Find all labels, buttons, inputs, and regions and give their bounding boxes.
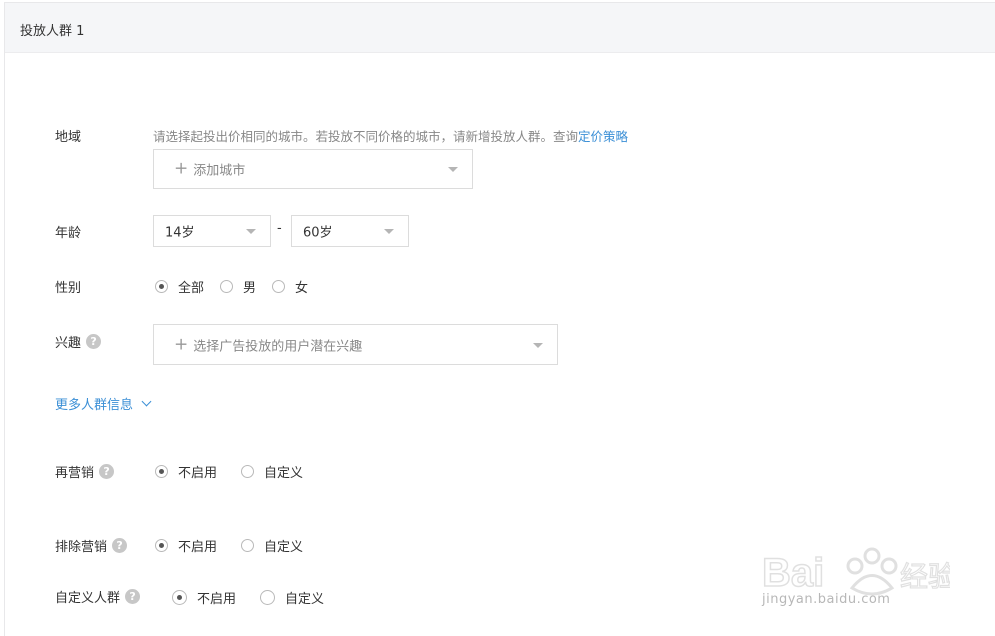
svg-text:经验: 经验 (900, 560, 950, 593)
radio-unchecked-icon (241, 539, 255, 552)
gender-label: 性别 (55, 281, 82, 296)
custom-radio-custom[interactable]: 自定义 (260, 588, 324, 607)
exclude-radio-group: 不启用 自定义 (155, 536, 319, 555)
exclude-radio-custom[interactable]: 自定义 (241, 536, 303, 555)
help-icon[interactable]: ? (112, 538, 128, 553)
caret-down-icon (533, 342, 543, 348)
gender-radio-all[interactable]: 全部 (155, 277, 204, 296)
custom-radio-disable[interactable]: 不启用 (172, 588, 236, 607)
gender-radio-male[interactable]: 男 (220, 277, 256, 296)
caret-down-icon (246, 229, 256, 234)
svg-text:Bai: Bai (762, 551, 824, 595)
exclude-marketing-label: 排除营销? (55, 536, 128, 555)
plus-icon: + (174, 158, 189, 179)
age-to-value: 60岁 (303, 225, 333, 241)
pricing-strategy-link[interactable]: 定价策略 (578, 129, 628, 144)
radio-checked-icon (155, 465, 168, 478)
chevron-down-icon (141, 396, 152, 407)
age-from-select[interactable]: 14岁 (153, 215, 271, 247)
panel-title: 投放人群 1 (20, 24, 85, 39)
help-icon[interactable]: ? (99, 464, 115, 479)
remarketing-radio-disable[interactable]: 不启用 (155, 462, 217, 481)
radio-unchecked-icon (272, 280, 286, 293)
help-icon[interactable]: ? (125, 589, 141, 604)
radio-unchecked-icon (241, 465, 255, 478)
remarketing-radio-group: 不启用 自定义 (155, 462, 319, 481)
custom-radio-group: 不启用 自定义 (172, 588, 340, 607)
panel-header: 投放人群 1 (5, 3, 995, 53)
age-label: 年龄 (55, 226, 82, 241)
interest-label: 兴趣? (55, 332, 102, 351)
radio-checked-icon (155, 280, 168, 293)
age-from-value: 14岁 (165, 225, 195, 241)
city-select-placeholder: 添加城市 (193, 163, 246, 179)
radio-unchecked-icon (220, 280, 234, 293)
more-audience-info-toggle[interactable]: 更多人群信息 (55, 394, 152, 413)
remarketing-label: 再营销? (55, 462, 115, 481)
plus-icon: + (174, 334, 189, 354)
caret-down-icon (384, 229, 394, 234)
radio-checked-icon (172, 590, 187, 605)
region-label: 地域 (55, 130, 82, 145)
watermark-url: jingyan.baidu.com (762, 592, 891, 607)
age-to-select[interactable]: 60岁 (291, 215, 409, 247)
gender-radio-group: 全部 男 女 (155, 277, 324, 296)
exclude-radio-disable[interactable]: 不启用 (155, 536, 217, 555)
interest-select-placeholder: 选择广告投放的用户潜在兴趣 (193, 339, 363, 354)
remarketing-radio-custom[interactable]: 自定义 (241, 462, 303, 481)
custom-audience-label: 自定义人群? (55, 587, 141, 606)
caret-down-icon (448, 167, 458, 172)
radio-unchecked-icon (260, 590, 276, 605)
interest-select[interactable]: + 选择广告投放的用户潜在兴趣 (153, 324, 558, 365)
age-separator: - (277, 221, 282, 236)
radio-checked-icon (155, 539, 168, 552)
city-select[interactable]: + 添加城市 (153, 149, 473, 189)
help-icon[interactable]: ? (86, 334, 102, 349)
region-hint: 请选择起投出价相同的城市。若投放不同价格的城市，请新增投放人群。查询定价策略 (153, 129, 629, 144)
gender-radio-female[interactable]: 女 (272, 277, 308, 296)
